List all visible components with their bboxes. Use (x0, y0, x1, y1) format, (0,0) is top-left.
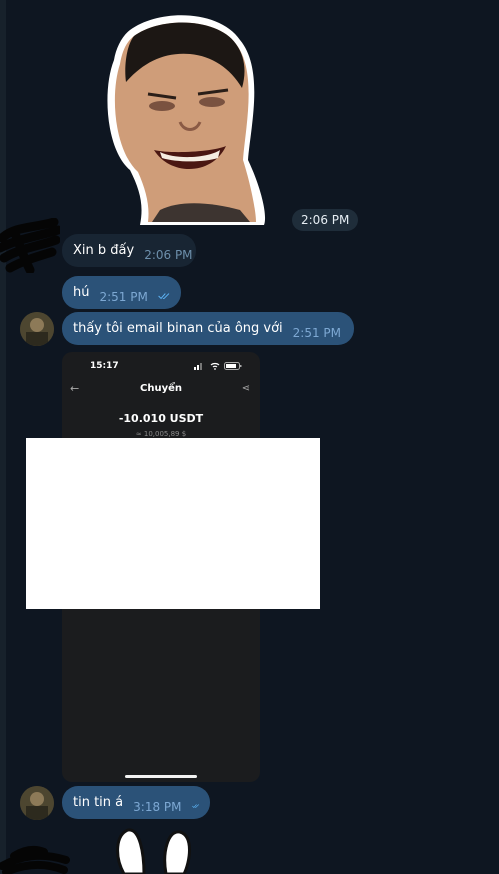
message-bubble-outgoing[interactable]: tin tin á 3:18 PM (62, 786, 210, 819)
message-text: tin tin á (73, 795, 124, 810)
signal-icon (194, 362, 242, 370)
message-time: 2:06 PM (144, 247, 193, 262)
phone-screen-title: Chuyển (140, 383, 182, 394)
share-icon[interactable]: ⋖ (242, 383, 250, 394)
chat-area[interactable]: 2:06 PM Xin b đấy 2:06 PM hú 2:51 PM thấ… (0, 0, 499, 874)
laughing-face-sticker[interactable] (100, 10, 268, 228)
avatar[interactable] (20, 312, 54, 346)
message-bubble-incoming[interactable]: Xin b đấy 2:06 PM (62, 234, 196, 267)
message-bubble-outgoing[interactable]: hú 2:51 PM (62, 276, 181, 309)
bunny-sticker-partial[interactable] (110, 826, 200, 874)
home-indicator (125, 775, 197, 778)
avatar[interactable] (20, 786, 54, 820)
sidebar-edge (0, 0, 6, 874)
double-check-icon (191, 803, 199, 808)
transfer-fiat-value: ≈ 10,005,89 $ (135, 430, 187, 438)
message-text: Xin b đấy (73, 243, 135, 258)
message-bubble-outgoing[interactable]: thấy tôi email binan của ông với 2:51 PM (62, 312, 354, 345)
redaction-box (26, 438, 320, 609)
message-text: thấy tôi email binan của ông với (73, 321, 283, 336)
message-time: 3:18 PM (133, 799, 182, 814)
message-time: 2:51 PM (99, 289, 148, 304)
sticker-time: 2:06 PM (292, 209, 359, 231)
transfer-amount: -10.010 USDT (118, 412, 204, 425)
redaction-scribble (0, 218, 60, 273)
double-check-icon (158, 292, 170, 299)
redaction-scribble (0, 845, 70, 874)
message-time: 2:51 PM (292, 325, 342, 340)
phone-clock: 15:17 (90, 361, 119, 371)
message-text: hú (73, 285, 90, 300)
